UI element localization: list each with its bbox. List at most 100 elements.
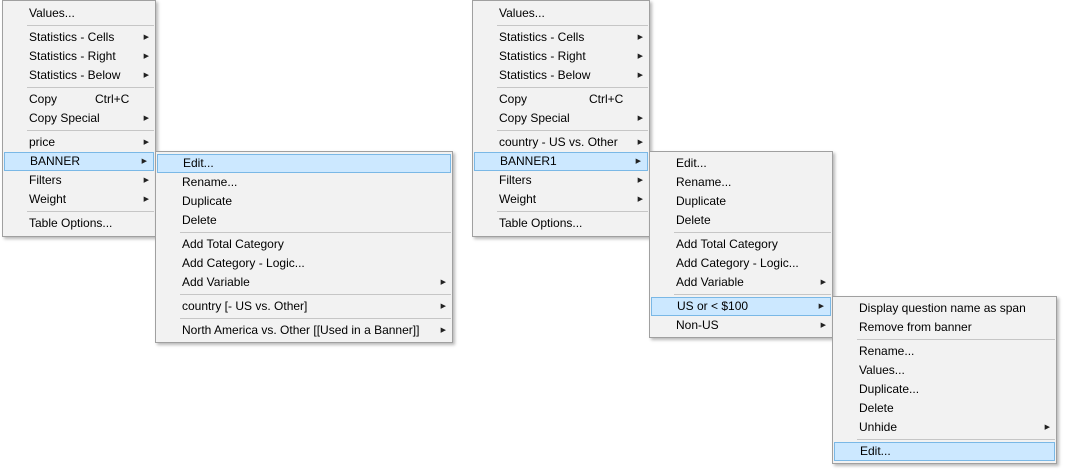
menu-separator	[674, 294, 831, 295]
submenu-arrow-icon: ▶	[440, 279, 446, 286]
submenu-arrow-icon: ▶	[440, 303, 446, 310]
menu-item-add-category-logic[interactable]: Add Category - Logic...	[650, 254, 832, 273]
menu-item-statistics-below[interactable]: Statistics - Below ▶	[3, 66, 155, 85]
menu-item-values[interactable]: Values...	[473, 4, 649, 23]
menu-item-weight[interactable]: Weight ▶	[3, 190, 155, 209]
menu-separator	[27, 130, 154, 131]
menu-item-statistics-cells[interactable]: Statistics - Cells ▶	[473, 28, 649, 47]
menu-item-weight[interactable]: Weight ▶	[473, 190, 649, 209]
menu-item-non-us[interactable]: Non-US ▶	[650, 316, 832, 335]
menu-item-add-variable[interactable]: Add Variable ▶	[650, 273, 832, 292]
menu-item-filters[interactable]: Filters ▶	[473, 171, 649, 190]
submenu-arrow-icon: ▶	[637, 53, 643, 60]
menu-item-duplicate[interactable]: Duplicate	[156, 192, 452, 211]
menu-item-label: country - US vs. Other	[499, 135, 618, 149]
menu-item-price[interactable]: price ▶	[3, 133, 155, 152]
menu-item-statistics-cells[interactable]: Statistics - Cells ▶	[3, 28, 155, 47]
menu-item-label: Display question name as span	[859, 301, 1026, 315]
submenu-arrow-icon: ▶	[143, 196, 149, 203]
submenu-arrow-icon: ▶	[635, 158, 641, 165]
menu-item-label: US or < $100	[677, 299, 749, 313]
menu-separator	[674, 232, 831, 233]
submenu-arrow-icon: ▶	[143, 177, 149, 184]
menu-item-delete[interactable]: Delete	[650, 211, 832, 230]
submenu-arrow-icon: ▶	[141, 158, 147, 165]
menu-item-country-us-vs-other[interactable]: country [- US vs. Other] ▶	[156, 297, 452, 316]
menu-separator	[27, 87, 154, 88]
menu-item-copy-special[interactable]: Copy Special ▶	[473, 109, 649, 128]
menu-item-label: Statistics - Below	[499, 68, 591, 82]
menu-item-edit[interactable]: Edit...	[157, 154, 451, 173]
menu-separator	[180, 232, 451, 233]
menu-item-label: Statistics - Right	[29, 49, 116, 63]
menu-item-duplicate[interactable]: Duplicate	[650, 192, 832, 211]
menu-item-label: Delete	[859, 401, 894, 415]
menu-item-label: Duplicate	[676, 194, 727, 208]
menu-item-label: price	[29, 135, 56, 149]
menu-item-add-total-category[interactable]: Add Total Category	[650, 235, 832, 254]
menu-item-label: Edit...	[183, 156, 214, 170]
menu-item-statistics-below[interactable]: Statistics - Below ▶	[473, 66, 649, 85]
menu-item-copy-special[interactable]: Copy Special ▶	[3, 109, 155, 128]
menu-item-label: Filters	[29, 173, 62, 187]
menu-item-remove-from-banner[interactable]: Remove from banner	[833, 318, 1056, 337]
menu-separator	[27, 211, 154, 212]
menu-separator	[180, 318, 451, 319]
submenu-arrow-icon: ▶	[637, 72, 643, 79]
menu-item-label: Statistics - Cells	[499, 30, 585, 44]
menu-separator	[497, 87, 648, 88]
menu-item-label: Copy Special	[29, 111, 100, 125]
menu-item-label: Add Total Category	[676, 237, 778, 251]
menu-item-label: Delete	[676, 213, 711, 227]
menu-item-label: country [- US vs. Other]	[182, 299, 308, 313]
menu-item-filters[interactable]: Filters ▶	[3, 171, 155, 190]
shortcut-label: Ctrl+C	[589, 92, 624, 106]
menu-item-label: Add Variable	[182, 275, 250, 289]
menu-item-banner[interactable]: BANNER ▶	[4, 152, 154, 171]
menu-item-statistics-right[interactable]: Statistics - Right ▶	[3, 47, 155, 66]
menu-item-label: Table Options...	[499, 216, 583, 230]
menu-item-rename[interactable]: Rename...	[833, 342, 1056, 361]
menu-item-label: Values...	[29, 6, 75, 20]
menu-item-label: Statistics - Below	[29, 68, 121, 82]
menu-item-unhide[interactable]: Unhide ▶	[833, 418, 1056, 437]
menu-item-label: BANNER	[30, 154, 81, 168]
menu-item-table-options[interactable]: Table Options...	[473, 214, 649, 233]
menu-item-add-category-logic[interactable]: Add Category - Logic...	[156, 254, 452, 273]
menu-item-display-question-name[interactable]: Display question name as span	[833, 299, 1056, 318]
right-context-menu: Values... Statistics - Cells ▶ Statistics…	[472, 0, 650, 237]
menu-item-statistics-right[interactable]: Statistics - Right ▶	[473, 47, 649, 66]
menu-item-banner1[interactable]: BANNER1 ▶	[474, 152, 648, 171]
menu-item-values[interactable]: Values...	[833, 361, 1056, 380]
right-banner-submenu: Edit... Rename... Duplicate Delete Add T…	[649, 151, 833, 338]
menu-item-duplicate[interactable]: Duplicate...	[833, 380, 1056, 399]
menu-item-delete[interactable]: Delete	[156, 211, 452, 230]
menu-item-north-america-vs-other[interactable]: North America vs. Other [[Used in a Bann…	[156, 321, 452, 340]
submenu-arrow-icon: ▶	[637, 34, 643, 41]
menu-item-country-us-vs-other[interactable]: country - US vs. Other ▶	[473, 133, 649, 152]
menu-item-label: Add Category - Logic...	[676, 256, 799, 270]
menu-item-label: Delete	[182, 213, 217, 227]
menu-item-values[interactable]: Values...	[3, 4, 155, 23]
menu-item-edit[interactable]: Edit...	[834, 442, 1055, 461]
menu-item-table-options[interactable]: Table Options...	[3, 214, 155, 233]
menu-item-edit[interactable]: Edit...	[650, 154, 832, 173]
menu-item-label: Duplicate	[182, 194, 233, 208]
menu-item-label: Rename...	[182, 175, 238, 189]
menu-item-copy[interactable]: Copy Ctrl+C	[3, 90, 155, 109]
menu-item-label: Statistics - Right	[499, 49, 586, 63]
menu-item-delete[interactable]: Delete	[833, 399, 1056, 418]
menu-item-label: Add Category - Logic...	[182, 256, 305, 270]
menu-item-label: Copy	[499, 92, 528, 106]
menu-item-add-variable[interactable]: Add Variable ▶	[156, 273, 452, 292]
menu-item-add-total-category[interactable]: Add Total Category	[156, 235, 452, 254]
menu-item-us-or-under-100[interactable]: US or < $100 ▶	[651, 297, 831, 316]
submenu-arrow-icon: ▶	[143, 53, 149, 60]
menu-item-label: Non-US	[676, 318, 719, 332]
menu-separator	[857, 439, 1055, 440]
submenu-arrow-icon: ▶	[820, 279, 826, 286]
menu-separator	[497, 25, 648, 26]
menu-item-rename[interactable]: Rename...	[156, 173, 452, 192]
menu-item-copy[interactable]: Copy Ctrl+C	[473, 90, 649, 109]
menu-item-rename[interactable]: Rename...	[650, 173, 832, 192]
